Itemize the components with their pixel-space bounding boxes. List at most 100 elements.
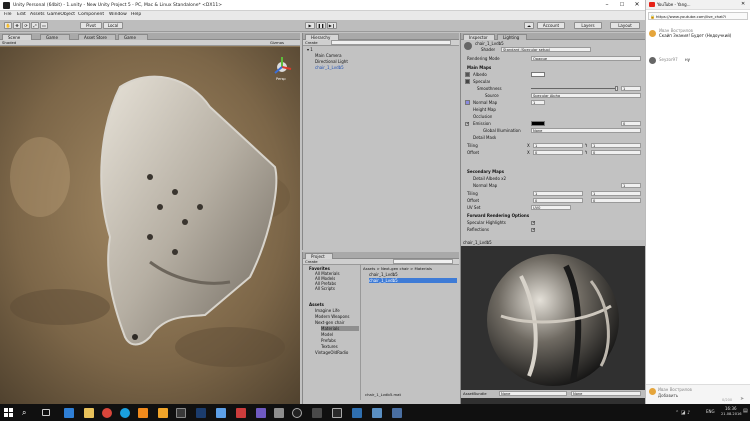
obs-icon[interactable]: [292, 407, 302, 418]
chrome-icon[interactable]: [102, 407, 112, 418]
folder-next-gen-chair[interactable]: Next-gen chair: [315, 320, 345, 325]
secondary-tiling-x-input[interactable]: 1: [533, 191, 583, 196]
specular-highlights-checkbox[interactable]: [531, 221, 535, 225]
start-button[interactable]: [4, 408, 13, 417]
project-file-item[interactable]: chair_1_Lvdb5: [369, 272, 398, 277]
rotate-tool-button[interactable]: ⟳: [22, 22, 30, 29]
menu-gameobject[interactable]: GameObject: [47, 12, 75, 17]
task-view-icon[interactable]: [42, 409, 50, 416]
folder-model[interactable]: Model: [321, 332, 333, 337]
hierarchy-search-input[interactable]: [331, 40, 451, 45]
pause-button[interactable]: ❚❚: [316, 22, 326, 29]
minimize-button[interactable]: –: [600, 0, 614, 10]
app-icon-8[interactable]: [392, 407, 402, 418]
clock-date[interactable]: 21.08.2016: [721, 412, 742, 416]
app-icon-4[interactable]: [274, 407, 284, 418]
local-toggle[interactable]: Local: [103, 22, 123, 29]
menu-help[interactable]: Help: [131, 12, 141, 17]
cloud-icon[interactable]: ☁: [524, 22, 534, 29]
global-illumination-dropdown[interactable]: None: [531, 128, 641, 133]
layers-dropdown[interactable]: Layers: [574, 22, 602, 29]
shading-mode-dropdown[interactable]: Shaded: [2, 40, 16, 45]
emission-value[interactable]: 0: [621, 121, 641, 126]
project-file-item-selected[interactable]: chair_1_Lvdb5: [369, 278, 457, 283]
tray-icons[interactable]: ⌃ ◪ ♪: [675, 410, 690, 416]
app-icon-6[interactable]: [332, 407, 342, 418]
keyboard-language[interactable]: ENG: [706, 409, 715, 414]
uv-set-dropdown[interactable]: UV0: [531, 205, 571, 210]
vlc-icon[interactable]: [138, 407, 148, 418]
tiling-y-input[interactable]: 1: [591, 143, 641, 148]
app-icon-2[interactable]: [236, 407, 246, 418]
app-icon-3[interactable]: [256, 407, 266, 418]
hierarchy-item-directional-light[interactable]: Directional Light: [315, 59, 348, 64]
menu-assets[interactable]: Assets: [30, 12, 45, 17]
clock-time[interactable]: 16:36: [725, 406, 737, 411]
secondary-normal-map-value[interactable]: 1: [621, 183, 641, 188]
albedo-color[interactable]: [531, 72, 545, 77]
address-bar[interactable]: 🔒 https://www.youtube.com/live_chat?i: [648, 12, 748, 20]
chat-input[interactable]: Добавить: [658, 393, 718, 398]
secondary-tiling-y-input[interactable]: 1: [591, 191, 641, 196]
source-dropdown[interactable]: Specular Alpha: [531, 93, 641, 98]
photoshop-icon[interactable]: [196, 407, 206, 418]
scene-viewport[interactable]: [0, 47, 300, 404]
emission-checkbox[interactable]: [465, 122, 469, 126]
tab-inspector[interactable]: Inspector: [463, 34, 495, 40]
pivot-toggle[interactable]: Pivot: [80, 22, 102, 29]
shader-dropdown[interactable]: Standard (Specular setup): [501, 47, 591, 52]
offset-y-input[interactable]: 0: [591, 150, 641, 155]
app-icon-5[interactable]: [312, 407, 322, 418]
media-player-icon[interactable]: [158, 407, 168, 418]
menu-window[interactable]: Window: [109, 12, 127, 17]
reflections-checkbox[interactable]: [531, 228, 535, 232]
hierarchy-item-main-camera[interactable]: Main Camera: [315, 53, 342, 58]
folder-vintage-old-radio[interactable]: VintageOldRadio: [315, 350, 359, 355]
hand-tool-button[interactable]: ✋: [4, 22, 12, 29]
folder-imagine-life[interactable]: Imagine Life: [315, 308, 340, 313]
folder-materials[interactable]: Materials: [321, 326, 359, 331]
menu-edit[interactable]: Edit: [17, 12, 26, 17]
albedo-texture-slot[interactable]: [465, 72, 470, 77]
rendering-mode-dropdown[interactable]: Opaque: [531, 56, 641, 61]
skype-icon[interactable]: [120, 407, 130, 418]
tab-lighting[interactable]: Lighting: [497, 34, 527, 40]
smoothness-slider[interactable]: [531, 88, 617, 89]
smoothness-slider-handle[interactable]: [615, 86, 618, 91]
mail-icon[interactable]: [216, 407, 226, 418]
normal-map-slot[interactable]: [465, 100, 470, 105]
menu-component[interactable]: Component: [78, 12, 104, 17]
notifications-icon[interactable]: ▤: [743, 408, 748, 414]
scale-tool-button[interactable]: ⤢: [31, 22, 39, 29]
secondary-offset-x-input[interactable]: 0: [533, 198, 583, 203]
secondary-offset-y-input[interactable]: 0: [591, 198, 641, 203]
tiling-x-input[interactable]: 1: [533, 143, 583, 148]
emission-color[interactable]: [531, 121, 545, 126]
browser-close-button[interactable]: ✕: [741, 1, 745, 7]
move-tool-button[interactable]: ✥: [13, 22, 21, 29]
specular-texture-slot[interactable]: [465, 79, 470, 84]
asset-bundle-dropdown[interactable]: None: [499, 391, 567, 396]
app-icon-7[interactable]: [372, 407, 382, 418]
material-preview-sphere[interactable]: [461, 246, 646, 390]
browser-tab-title[interactable]: YouTube - Yang...: [657, 2, 717, 8]
layout-dropdown[interactable]: Layout: [610, 22, 640, 29]
asset-bundle-variant-dropdown[interactable]: None: [571, 391, 641, 396]
project-create-button[interactable]: Create: [305, 259, 318, 264]
app-icon[interactable]: [176, 407, 186, 418]
folder-modern-weapons[interactable]: Modern Weapons: [315, 314, 350, 319]
smoothness-value[interactable]: 1: [621, 86, 641, 91]
account-dropdown[interactable]: Account: [537, 22, 565, 29]
rect-tool-button[interactable]: ▭: [40, 22, 48, 29]
close-button[interactable]: ✕: [630, 0, 644, 10]
unity-taskbar-icon[interactable]: [352, 407, 362, 418]
offset-x-input[interactable]: 0: [533, 150, 583, 155]
folder-textures[interactable]: Textures: [321, 344, 338, 349]
assets-label[interactable]: Assets: [309, 302, 324, 307]
explorer-icon[interactable]: [84, 407, 94, 418]
play-button[interactable]: ▶: [305, 22, 315, 29]
edge-icon[interactable]: [64, 407, 74, 418]
scene-root[interactable]: ▾ 1: [307, 47, 313, 52]
maximize-button[interactable]: ☐: [615, 0, 629, 10]
normal-map-value[interactable]: 1: [531, 100, 545, 105]
